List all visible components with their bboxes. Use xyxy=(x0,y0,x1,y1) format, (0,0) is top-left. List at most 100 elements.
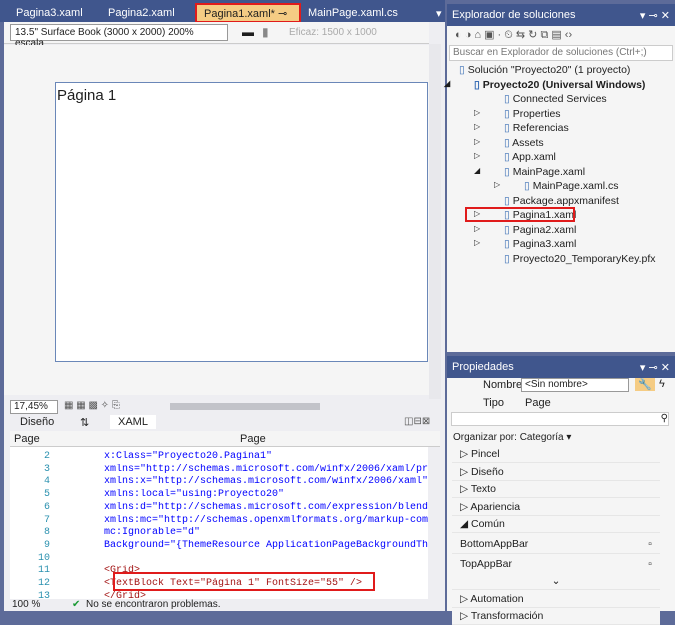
property-row[interactable]: BottomAppBar ▫ xyxy=(452,534,660,554)
tree-item-label: Assets xyxy=(512,136,544,149)
tab-mainpage-cs[interactable]: MainPage.xaml.cs xyxy=(300,4,406,22)
tree-item[interactable]: ▷ ▯ MainPage.xaml.cs xyxy=(494,180,619,192)
page-preview[interactable]: Página 1 xyxy=(55,82,428,362)
document-tab-bar: Pagina3.xaml Pagina2.xaml Pagina1.xaml* … xyxy=(0,0,445,33)
expander-icon[interactable]: ▷ xyxy=(474,238,480,247)
category-label: Diseño xyxy=(471,465,504,478)
horizontal-scrollbar[interactable] xyxy=(170,403,320,410)
scope-left-select[interactable]: Page xyxy=(14,433,40,445)
category-label: Común xyxy=(471,518,505,531)
vertical-scrollbar[interactable] xyxy=(429,44,441,399)
tree-item[interactable]: ▷ ▯ Referencias xyxy=(474,122,569,134)
tree-item-label: Connected Services xyxy=(512,93,607,105)
tree-item[interactable]: ◢ ▯ MainPage.xaml xyxy=(474,165,586,178)
code-line[interactable]: mc:Ignorable="d" xyxy=(104,527,428,538)
tab-pagina2[interactable]: Pagina2.xaml xyxy=(100,4,183,22)
code-line[interactable]: xmlns:d="http://schemas.microsoft.com/ex… xyxy=(104,502,428,513)
split-icon[interactable]: ◫⊟⊠ xyxy=(404,416,430,427)
portrait-icon[interactable]: ▮ xyxy=(262,25,269,39)
solution-search-input[interactable]: Buscar en Explorador de soluciones (Ctrl… xyxy=(449,45,673,61)
zoom-select[interactable]: 17,45% xyxy=(10,400,58,414)
file-icon: ▯ xyxy=(504,122,513,134)
code-line[interactable]: xmlns:mc="http://schemas.openxmlformats.… xyxy=(104,515,428,526)
design-tab[interactable]: Diseño xyxy=(20,416,54,428)
line-number: 6 xyxy=(43,501,50,513)
landscape-icon[interactable]: ▬ xyxy=(242,25,254,39)
panel-title: Propiedades xyxy=(452,361,514,373)
xaml-tab[interactable]: XAML xyxy=(110,415,156,429)
tree-item-label: App.xaml xyxy=(512,151,556,163)
highlight-box xyxy=(465,207,575,222)
category-4[interactable]: ◢ Común xyxy=(452,516,660,534)
expand-more-icon[interactable]: ⌄ xyxy=(452,573,660,590)
wrench-icon[interactable]: 🔧 xyxy=(635,378,655,391)
line-number: 9 xyxy=(43,539,50,551)
tree-item-label: Referencias xyxy=(512,122,569,134)
category-1[interactable]: ▷ Diseño xyxy=(452,463,660,481)
tree-item-label: MainPage.xaml xyxy=(512,165,586,178)
tree-item[interactable]: ▯ Package.appxmanifest xyxy=(504,195,619,207)
file-icon: ▯ xyxy=(504,194,513,207)
tree-item[interactable]: ▯ Connected Services xyxy=(504,93,607,105)
pin-close-icon[interactable]: ▾ ⊸ ✕ xyxy=(640,9,670,22)
tab-pagina1[interactable]: Pagina1.xaml* ⊸ ✕ xyxy=(195,3,301,33)
scope-right-select[interactable]: Page xyxy=(240,433,266,445)
page-textblock[interactable]: Página 1 xyxy=(56,83,427,108)
tree-item[interactable]: ▷ ▯ Pagina2.xaml xyxy=(474,223,577,236)
tree-item-label: Pagina2.xaml xyxy=(512,223,577,236)
tree-item[interactable]: ▷ ▯ Properties xyxy=(474,107,561,120)
device-select[interactable]: 13.5" Surface Book (3000 x 2000) 200% es… xyxy=(10,24,228,49)
tree-item[interactable]: ◢ ▯ Proyecto20 (Universal Windows) xyxy=(444,78,646,91)
grid-icon[interactable]: ▦ ▦ ▩ ✧ ⎘ xyxy=(64,400,120,411)
pin-icon[interactable]: ⊸ xyxy=(278,8,287,20)
swap-panes-icon[interactable]: ⇅ xyxy=(80,416,89,429)
expander-icon[interactable]: ▷ xyxy=(474,151,480,160)
editor-zoom[interactable]: 100 % xyxy=(12,599,40,610)
file-icon: ▯ xyxy=(504,136,513,149)
tree-item[interactable]: ▯ Solución "Proyecto20" (1 proyecto) xyxy=(459,64,630,76)
line-number: 7 xyxy=(43,514,50,526)
expander-icon[interactable]: ◢ xyxy=(474,166,480,175)
code-line[interactable]: Background="{ThemeResource ApplicationPa… xyxy=(104,540,428,551)
category-label: Pincel xyxy=(471,448,500,460)
tree-item[interactable]: ▯ Proyecto20_TemporaryKey.pfx xyxy=(504,253,656,265)
check-icon: ✔ xyxy=(72,599,81,610)
code-line[interactable]: xmlns:local="using:Proyecto20" xyxy=(104,489,428,500)
expander-icon[interactable]: ▷ xyxy=(474,137,480,146)
property-row[interactable]: TopAppBar ▫ xyxy=(452,553,660,574)
expander-icon[interactable]: ▷ xyxy=(474,108,480,117)
category-2[interactable]: ▷ Texto xyxy=(452,481,660,499)
pin-close-icon[interactable]: ▾ ⊸ ✕ xyxy=(640,361,670,374)
code-line[interactable]: x:Class="Proyecto20.Pagina1" xyxy=(104,451,428,462)
category-3[interactable]: ▷ Apariencia xyxy=(452,498,660,516)
tree-item-label: Proyecto20 (Universal Windows) xyxy=(482,78,646,91)
highlight-box xyxy=(113,572,375,591)
expander-icon[interactable]: ◢ xyxy=(444,79,450,88)
category-more[interactable]: ▷ Automation xyxy=(452,590,660,608)
code-line[interactable]: xmlns="http://schemas.microsoft.com/winf… xyxy=(104,464,428,475)
expander-icon[interactable]: ▷ xyxy=(474,224,480,233)
tab-pagina3[interactable]: Pagina3.xaml xyxy=(8,4,91,22)
tree-item[interactable]: ▷ ▯ App.xaml xyxy=(474,151,556,163)
category-0[interactable]: ▷ Pincel xyxy=(452,446,660,463)
checkbox-icon[interactable]: ▫ xyxy=(648,538,652,550)
type-label: Tipo xyxy=(483,397,504,409)
property-search-input[interactable]: ⚲ xyxy=(451,412,669,426)
code-line[interactable]: xmlns:x="http://schemas.microsoft.com/wi… xyxy=(104,476,428,487)
tree-item[interactable]: ▷ ▯ Assets xyxy=(474,136,544,149)
solution-explorer-header: Explorador de soluciones ▾ ⊸ ✕ xyxy=(447,4,675,26)
events-icon[interactable]: ϟ xyxy=(659,378,665,390)
line-number: 5 xyxy=(43,489,50,501)
toolbar-icons[interactable]: ◐ ◑ ⌂ ▣ · ⏲ ⇆ ↻ ⧉ ▤ ‹› xyxy=(455,28,572,42)
search-icon: ⚲ xyxy=(660,413,668,424)
tree-item-label: Properties xyxy=(512,107,561,120)
name-input[interactable]: <Sin nombre> xyxy=(521,378,629,392)
properties-header: Propiedades ▾ ⊸ ✕ xyxy=(447,356,675,378)
tree-item[interactable]: ▷ ▯ Pagina3.xaml xyxy=(474,238,576,250)
type-value: Page xyxy=(525,397,551,409)
properties-panel: Nombre <Sin nombre> 🔧 ϟ Tipo Page ⚲ Orga… xyxy=(447,378,675,625)
checkbox-icon[interactable]: ▫ xyxy=(648,558,652,570)
expander-icon[interactable]: ▷ xyxy=(494,180,500,189)
expander-icon[interactable]: ▷ xyxy=(474,122,480,131)
arrange-by[interactable]: Organizar por: Categoría ▾ xyxy=(453,432,571,443)
